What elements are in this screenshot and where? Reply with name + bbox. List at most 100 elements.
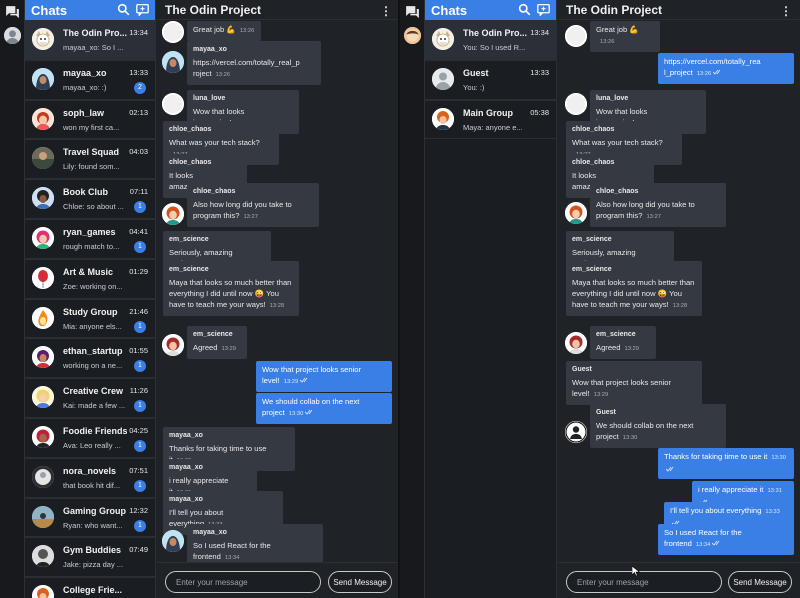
chat-list-item[interactable]: Travel Squad Lily: found som... 04:03	[25, 139, 155, 180]
chat-list-item[interactable]: Gaming Group Ryan: who want... 12:32 1	[25, 497, 155, 538]
message-author: chloe_chaos	[596, 188, 639, 195]
incoming-message-bubble[interactable]: Guest We should collab on the next projec…	[590, 404, 726, 448]
user-avatar[interactable]	[404, 27, 421, 44]
send-message-button[interactable]: Send Message	[728, 571, 792, 593]
chat-list-item[interactable]: The Odin Pro... mayaa_xo: So I ... 13:34	[25, 20, 155, 60]
chat-list-item[interactable]: Book Club Chloe: so about ... 07:11 1	[25, 179, 155, 219]
user-avatar[interactable]	[4, 27, 21, 44]
chat-preview: Zoe: working on...	[63, 281, 123, 291]
unread-badge: 1	[134, 400, 146, 413]
incoming-message-bubble[interactable]: Great job 💪13:26	[187, 21, 261, 41]
chat-list-item[interactable]: Art & Music Zoe: working on... 01:29	[25, 258, 155, 299]
chat-preview: Ava: Leo really ...	[63, 440, 121, 450]
incoming-message-bubble[interactable]: em_science Maya that looks so much better…	[566, 261, 702, 316]
message-author: mayaa_xo	[169, 496, 203, 503]
chat-list-item[interactable]: soph_law won my first ca... 02:13	[25, 99, 155, 140]
conversation-title: The Odin Project	[165, 2, 262, 17]
message: Thanks for taking time to use it 13:30	[658, 448, 794, 479]
message-time: 13:26	[696, 71, 712, 77]
outgoing-message-bubble[interactable]: https://vercel.com/totally_rea l_project…	[658, 53, 794, 84]
search-icon[interactable]	[117, 3, 130, 16]
chat-list-item[interactable]: nora_novels that book hit dif... 07:51 1	[25, 457, 155, 498]
message-text: I'll tell you about everything	[670, 506, 762, 515]
message-avatar	[565, 332, 587, 354]
new-chat-icon[interactable]	[537, 3, 550, 17]
chat-sidebar: Chats The Odin Pro... mayaa_xo: So I ... 1…	[25, 0, 156, 598]
message: em_science Maya that looks so much better…	[566, 261, 702, 316]
new-chat-icon[interactable]	[136, 3, 149, 17]
message-author: Guest	[572, 366, 592, 373]
chat-list-item[interactable]: Creative Crew Kai: made a few ... 11:26 1	[25, 378, 155, 418]
incoming-message-bubble[interactable]: em_science Agreed 13:29	[187, 326, 247, 359]
chat-name: ryan_games	[63, 226, 116, 237]
chat-bubbles-icon[interactable]	[404, 4, 421, 21]
message-avatar	[162, 334, 184, 356]
incoming-message-bubble[interactable]: em_science Maya that looks so much better…	[163, 261, 299, 316]
app-rail	[0, 0, 25, 598]
chat-avatar	[432, 28, 454, 50]
message-author: luna_love	[193, 95, 226, 102]
chat-avatar	[32, 505, 54, 528]
message-author: em_science	[596, 331, 636, 338]
composer: Send Message	[558, 562, 800, 598]
message-author: mayaa_xo	[169, 432, 203, 439]
chat-preview: Kai: made a few ...	[63, 401, 126, 411]
incoming-message-bubble[interactable]: chloe_chaos Also how long did you take to…	[590, 183, 726, 227]
chat-preview: You: :)	[463, 82, 485, 92]
kebab-menu-icon[interactable]: ⋮	[380, 4, 392, 18]
unread-badge: 1	[134, 240, 146, 253]
outgoing-message-bubble[interactable]: Thanks for taking time to use it 13:30	[658, 448, 794, 479]
incoming-message-bubble[interactable]: mayaa_xo So I used React for the frontend…	[187, 524, 323, 562]
chat-list-item[interactable]: Foodie Friends Ava: Leo really ... 04:25 1	[25, 417, 155, 458]
chat-time: 04:41	[129, 226, 148, 236]
chat-time: 04:25	[129, 425, 148, 435]
chat-avatar	[432, 107, 454, 130]
conversation-title: The Odin Project	[566, 2, 663, 17]
chat-list-item[interactable]: Main Group Maya: anyone e... 05:38	[425, 99, 556, 140]
message: chloe_chaos Also how long did you take to…	[590, 183, 726, 227]
chat-time: 01:55	[129, 346, 148, 356]
chat-name: Art & Music	[63, 266, 114, 277]
message: em_science Maya that looks so much better…	[163, 261, 299, 316]
message-time: 13:29	[624, 346, 640, 352]
incoming-message-bubble[interactable]: mayaa_xo https://vercel.com/totally_real_…	[187, 41, 321, 85]
message-input[interactable]	[566, 571, 722, 593]
chat-list-item[interactable]: Gym Buddies Jake: pizza day ... 07:49	[25, 537, 155, 578]
message-text: What was your tech stack?	[169, 138, 260, 147]
chat-name: soph_law	[63, 107, 105, 118]
chat-list-item[interactable]: Guest You: :) 13:33	[425, 59, 556, 100]
chat-list-item[interactable]: The Odin Pro... You: So I used R... 13:34	[425, 20, 556, 60]
message-avatar	[162, 51, 184, 73]
chat-list-item[interactable]: College Frie...	[25, 577, 155, 598]
chat-list-item[interactable]: ryan_gamesrough match to... 04:41 1	[25, 218, 155, 259]
search-icon[interactable]	[518, 3, 531, 16]
message-author: chloe_chaos	[169, 159, 212, 166]
incoming-message-bubble[interactable]: em_science Agreed 13:29	[590, 326, 656, 359]
incoming-message-bubble[interactable]: chloe_chaos Also how long did you take to…	[187, 183, 319, 227]
chat-list-item[interactable]: mayaa_xo mayaa_xo: :) 13:33 2	[25, 59, 155, 100]
message-author: em_science	[169, 266, 209, 273]
chat-preview: rough match to...	[63, 241, 120, 251]
double-check-icon	[711, 68, 722, 77]
message-avatar	[162, 93, 184, 115]
chat-list-item[interactable]: Study Group Mia: anyone els... 21:46 1	[25, 298, 155, 339]
double-check-icon	[303, 408, 314, 417]
kebab-menu-icon[interactable]: ⋮	[780, 4, 792, 18]
message-avatar	[162, 21, 184, 43]
chat-list-item[interactable]: ethan_startup working on a ne... 01:55 1	[25, 338, 155, 379]
chat-bubbles-icon[interactable]	[4, 4, 21, 21]
outgoing-message-bubble[interactable]: We should collab on the next project 13:3…	[256, 393, 392, 424]
chat-time: 07:11	[129, 187, 148, 197]
outgoing-message-bubble[interactable]: Wow that project looks senior level! 13:2…	[256, 361, 392, 392]
message-avatar	[565, 93, 587, 115]
chat-name: mayaa_xo	[63, 67, 107, 78]
incoming-message-bubble[interactable]: Guest Wow that project looks senior level…	[566, 361, 702, 405]
message-time: 13:26	[215, 72, 231, 78]
composer: Send Message	[157, 562, 398, 598]
outgoing-message-bubble[interactable]: So I used React for the frontend 13:34	[658, 524, 794, 555]
message-input[interactable]	[165, 571, 321, 593]
chat-avatar	[32, 585, 54, 598]
incoming-message-bubble[interactable]: Great job 💪13:26	[590, 21, 660, 52]
sidebar-header: Chats	[425, 0, 556, 20]
send-message-button[interactable]: Send Message	[328, 571, 392, 593]
